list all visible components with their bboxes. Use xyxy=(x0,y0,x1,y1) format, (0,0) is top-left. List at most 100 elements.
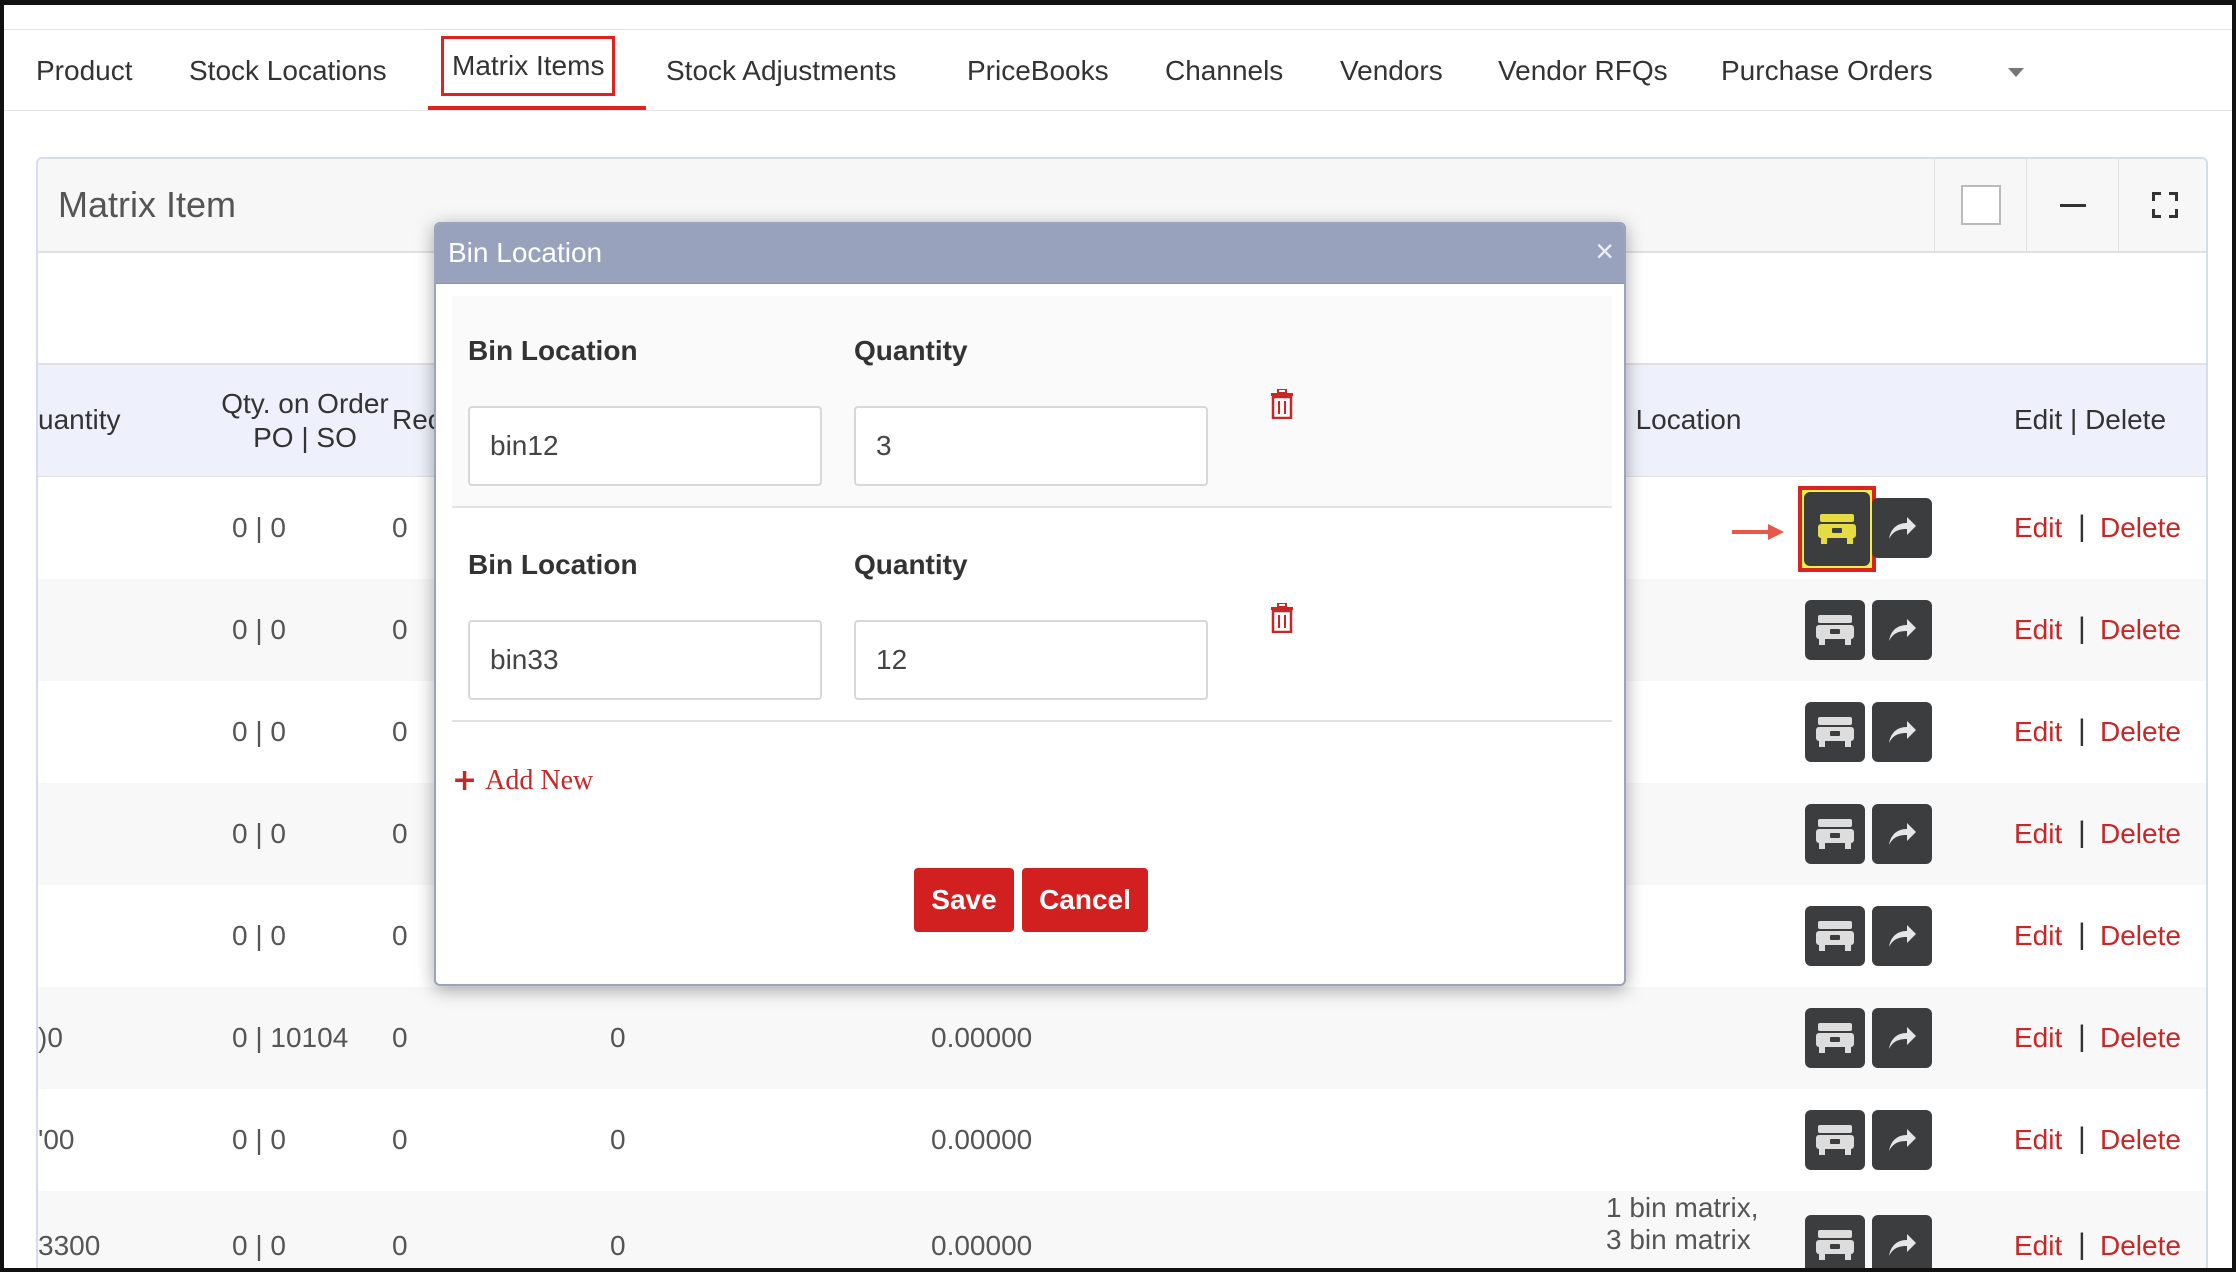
cell-qty-on-order: 0 | 0 xyxy=(232,818,286,849)
bin-location-input[interactable] xyxy=(468,406,822,486)
bin-location-button[interactable] xyxy=(1805,600,1865,660)
edit-link[interactable]: Edit xyxy=(2014,919,2062,953)
edit-link[interactable]: Edit xyxy=(2014,1123,2062,1157)
share-arrow-icon xyxy=(1889,721,1916,743)
bin-location-button[interactable] xyxy=(1805,1008,1865,1068)
table-row: 3300 0 | 0 0 0 0.00000 1 bin matrix, 3 b… xyxy=(38,1191,2206,1272)
share-arrow-icon xyxy=(1889,517,1916,539)
share-arrow-icon xyxy=(1889,925,1916,947)
cell-quantity: 3300 xyxy=(38,1230,101,1261)
delete-link[interactable]: Delete xyxy=(2100,1123,2181,1157)
quantity-label: Quantity xyxy=(854,549,968,580)
tab-purchase-orders[interactable]: Purchase Orders xyxy=(1721,53,1933,89)
active-tab-underline xyxy=(428,106,646,110)
bin-entry-row: Bin Location Quantity xyxy=(452,296,1612,508)
tab-vendors[interactable]: Vendors xyxy=(1340,53,1443,89)
cell-quantity: )0 xyxy=(38,1022,63,1053)
pointer-arrow-icon xyxy=(1732,524,1784,540)
tab-bar: Product Stock Locations Matrix Items Sto… xyxy=(4,31,2232,111)
tab-pricebooks[interactable]: PriceBooks xyxy=(967,53,1109,89)
edit-link[interactable]: Edit xyxy=(2014,817,2062,851)
tab-product[interactable]: Product xyxy=(36,53,133,89)
delete-link[interactable]: Delete xyxy=(2100,1229,2181,1263)
separator: | xyxy=(2078,714,2086,747)
tab-stock-locations[interactable]: Stock Locations xyxy=(189,53,387,89)
cell-quantity: '00 xyxy=(38,1124,75,1155)
tab-matrix-items[interactable]: Matrix Items xyxy=(441,36,616,96)
share-arrow-icon xyxy=(1889,1129,1916,1151)
edit-link[interactable]: Edit xyxy=(2014,715,2062,749)
delete-link[interactable]: Delete xyxy=(2100,715,2181,749)
add-new-label: Add New xyxy=(485,765,594,796)
cell-col5: 0.00000 xyxy=(931,1124,1033,1155)
delete-link[interactable]: Delete xyxy=(2100,613,2181,647)
bin-icon xyxy=(1816,819,1854,849)
delete-link[interactable]: Delete xyxy=(2100,919,2181,953)
save-button[interactable]: Save xyxy=(914,868,1014,932)
panel-fullscreen-button[interactable] xyxy=(2118,159,2206,251)
forward-button[interactable] xyxy=(1872,1110,1932,1170)
forward-button[interactable] xyxy=(1872,1215,1932,1272)
panel-checkbox-control[interactable] xyxy=(1934,159,2026,251)
add-new-link[interactable]: + Add New xyxy=(452,764,593,798)
forward-button[interactable] xyxy=(1872,702,1932,762)
cell-qty-on-order: 0 | 0 xyxy=(232,614,286,645)
cell-col5: 0.00000 xyxy=(931,1230,1033,1261)
separator: | xyxy=(2078,612,2086,645)
cropped-title-glyph xyxy=(616,0,638,4)
close-icon[interactable]: × xyxy=(1595,234,1614,268)
share-arrow-icon xyxy=(1889,619,1916,641)
tab-vendor-rfqs[interactable]: Vendor RFQs xyxy=(1498,53,1668,89)
trash-icon[interactable] xyxy=(1270,389,1294,419)
bin-icon xyxy=(1816,1125,1854,1155)
bin-location-button[interactable] xyxy=(1805,804,1865,864)
edit-link[interactable]: Edit xyxy=(2014,1021,2062,1055)
bin-location-button[interactable] xyxy=(1805,1110,1865,1170)
tab-channels[interactable]: Channels xyxy=(1165,53,1283,89)
forward-button[interactable] xyxy=(1872,804,1932,864)
separator: | xyxy=(2078,1122,2086,1155)
quantity-input[interactable] xyxy=(854,620,1208,700)
cell-qty-on-order: 0 | 0 xyxy=(232,1230,286,1261)
delete-link[interactable]: Delete xyxy=(2100,817,2181,851)
bin-location-button[interactable] xyxy=(1805,906,1865,966)
cell-qty-on-order: 0 | 0 xyxy=(232,716,286,747)
quantity-input[interactable] xyxy=(854,406,1208,486)
panel-minimize-button[interactable] xyxy=(2026,159,2118,251)
edit-link[interactable]: Edit xyxy=(2014,511,2062,545)
plus-icon: + xyxy=(452,763,478,798)
bin-location-button[interactable] xyxy=(1805,702,1865,762)
delete-link[interactable]: Delete xyxy=(2100,1021,2181,1055)
bin-entry-row: Bin Location Quantity xyxy=(452,510,1612,722)
forward-button[interactable] xyxy=(1872,600,1932,660)
tab-stock-adjustments[interactable]: Stock Adjustments xyxy=(666,53,896,89)
bin-location-button[interactable] xyxy=(1798,486,1876,572)
more-tabs-caret-icon[interactable] xyxy=(2008,68,2024,77)
cell-rec: 0 xyxy=(392,1230,408,1261)
cancel-button[interactable]: Cancel xyxy=(1022,868,1148,932)
edit-link[interactable]: Edit xyxy=(2014,1229,2062,1263)
share-arrow-icon xyxy=(1889,1234,1916,1256)
forward-button[interactable] xyxy=(1872,906,1932,966)
bin-location-label: Bin Location xyxy=(468,335,638,366)
edit-link[interactable]: Edit xyxy=(2014,613,2062,647)
cell-col4: 0 xyxy=(610,1022,626,1053)
separator: | xyxy=(2078,816,2086,849)
bin-icon xyxy=(1816,615,1854,645)
cell-qty-on-order: 0 | 0 xyxy=(232,512,286,543)
delete-link[interactable]: Delete xyxy=(2100,511,2181,545)
cell-bin-location: 1 bin matrix, xyxy=(1606,1192,1759,1223)
checkbox-icon[interactable] xyxy=(1960,185,2001,225)
forward-button[interactable] xyxy=(1872,1008,1932,1068)
bin-location-input[interactable] xyxy=(468,620,822,700)
cell-col4: 0 xyxy=(610,1230,626,1261)
trash-icon[interactable] xyxy=(1270,603,1294,633)
cell-rec: 0 xyxy=(392,1124,408,1155)
cell-qty-on-order: 0 | 0 xyxy=(232,1124,286,1155)
forward-button[interactable] xyxy=(1872,498,1932,558)
bin-location-button[interactable] xyxy=(1805,1215,1865,1272)
separator: | xyxy=(2078,1228,2086,1261)
modal-header: Bin Location × xyxy=(436,224,1624,284)
bin-icon xyxy=(1816,1230,1854,1260)
bin-icon xyxy=(1816,1023,1854,1053)
